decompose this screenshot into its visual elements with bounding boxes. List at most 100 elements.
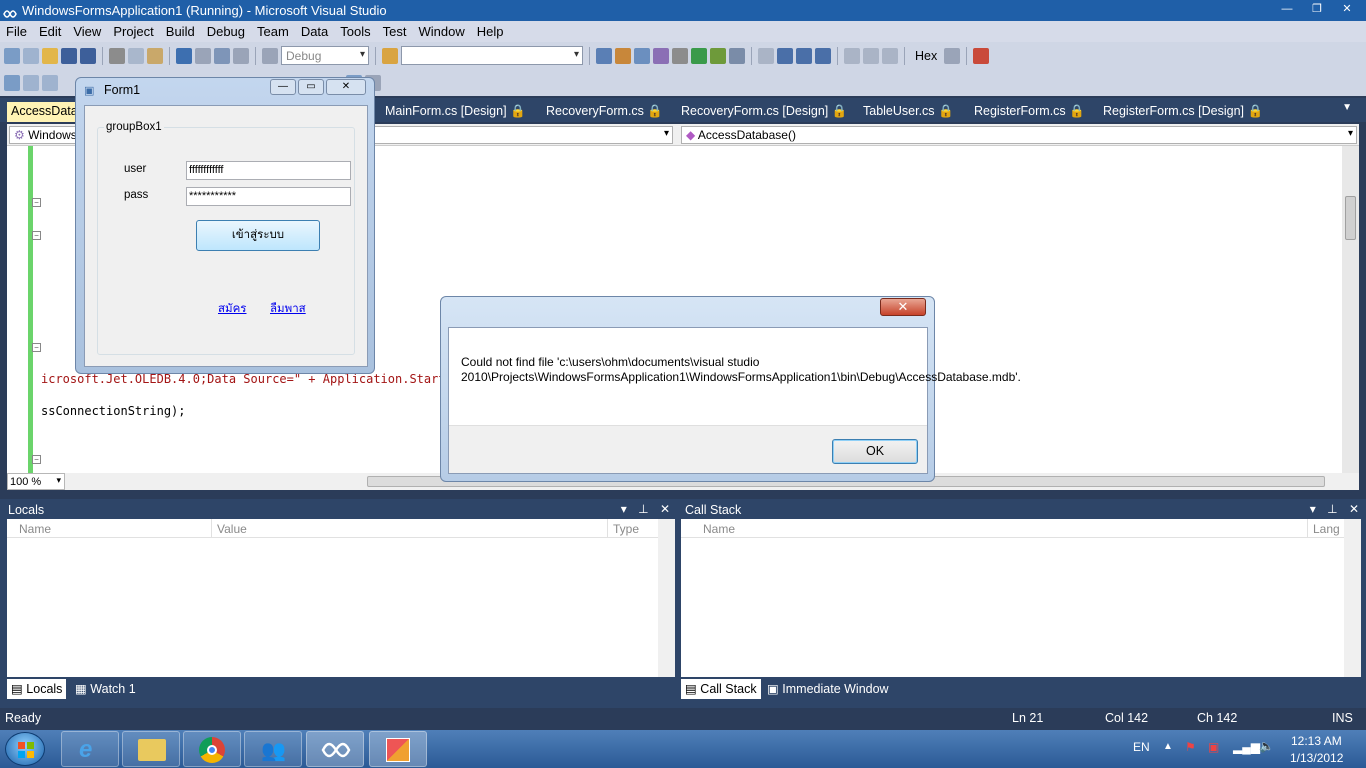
forgot-password-link[interactable]: ลืมพาส (270, 300, 306, 318)
clock-time[interactable]: 12:13 AM (1291, 734, 1342, 748)
open-file-icon[interactable] (42, 47, 58, 64)
user-input[interactable]: ffffffffffff (186, 161, 351, 180)
tab-mainform-design[interactable]: MainForm.cs [Design] 🔒 (385, 102, 526, 122)
paste-icon[interactable] (147, 47, 163, 64)
language-indicator[interactable]: EN (1133, 740, 1150, 754)
tab-tableuser[interactable]: TableUser.cs 🔒 (863, 102, 954, 122)
restore-button[interactable]: ❐ (1304, 1, 1330, 17)
menu-test[interactable]: Test (377, 24, 413, 39)
taskbar-internet-explorer[interactable]: e (61, 731, 119, 767)
column-name[interactable]: Name (703, 522, 735, 536)
tab-accessdatabase[interactable]: AccessDatab (7, 102, 85, 122)
panel-controls[interactable]: ▾ ⊥ ✕ (621, 502, 674, 516)
network-signal-icon[interactable]: ▂▄▆ (1233, 740, 1260, 754)
security-alert-icon[interactable]: ▣ (1208, 740, 1219, 754)
tab-watch1[interactable]: ▦ Watch 1 (71, 679, 140, 699)
taskbar-chrome[interactable] (183, 731, 241, 767)
tab-recoveryform[interactable]: RecoveryForm.cs 🔒 (546, 102, 663, 122)
taskbar-file-explorer[interactable] (122, 731, 180, 767)
menu-tools[interactable]: Tools (334, 24, 376, 39)
password-input[interactable]: *********** (186, 187, 351, 206)
panel-controls[interactable]: ▾ ⊥ ✕ (1310, 502, 1363, 516)
tab-registerform-design[interactable]: RegisterForm.cs [Design] 🔒 (1103, 102, 1263, 122)
column-language[interactable]: Lang (1307, 519, 1340, 537)
layout-icon[interactable] (4, 74, 20, 91)
new-project-icon[interactable] (4, 47, 20, 64)
breakpoints-icon[interactable] (944, 47, 961, 64)
start-debugging-icon[interactable] (262, 47, 278, 64)
step-over-icon[interactable] (863, 47, 879, 64)
call-stack-grid[interactable]: Name Lang (681, 519, 1361, 677)
copy-icon[interactable] (128, 47, 144, 64)
restart-icon[interactable] (815, 47, 831, 64)
minimize-button[interactable]: — (1274, 1, 1300, 17)
command-window-icon[interactable] (729, 47, 745, 64)
clock-date[interactable]: 1/13/2012 (1290, 751, 1343, 765)
navigate-forward-icon[interactable] (233, 47, 249, 64)
continue-icon[interactable] (758, 47, 774, 64)
menu-help[interactable]: Help (471, 24, 510, 39)
hex-toggle-button[interactable]: Hex (911, 49, 941, 63)
fold-toggle-icon[interactable]: − (32, 198, 41, 207)
menu-view[interactable]: View (67, 24, 107, 39)
redo-icon[interactable] (195, 47, 211, 64)
stop-debugging-icon[interactable] (796, 47, 812, 64)
register-link[interactable]: สมัคร (218, 300, 246, 318)
solution-configuration-dropdown[interactable]: Debug (281, 46, 369, 65)
volume-icon[interactable]: 🔈 (1259, 739, 1274, 753)
add-item-icon[interactable] (23, 47, 39, 64)
editor-vertical-scrollbar[interactable] (1342, 146, 1359, 473)
break-all-icon[interactable] (777, 47, 793, 64)
login-button[interactable]: เข้าสู่ระบบ (196, 220, 320, 251)
tab-registerform[interactable]: RegisterForm.cs 🔒 (974, 102, 1085, 122)
menu-team[interactable]: Team (251, 24, 295, 39)
fold-toggle-icon[interactable]: − (32, 343, 41, 352)
ok-button[interactable]: OK (832, 439, 918, 464)
dialog-close-button[interactable]: ✕ (880, 298, 926, 316)
taskbar-running-form[interactable] (369, 731, 427, 767)
windows-dropdown-icon[interactable] (973, 47, 990, 64)
locals-scrollbar[interactable] (658, 519, 675, 677)
cut-icon[interactable] (109, 47, 125, 64)
menu-build[interactable]: Build (160, 24, 201, 39)
locals-grid[interactable]: Name Value Type (7, 519, 675, 677)
zoom-dropdown[interactable]: 100 % ▾ (7, 473, 65, 490)
solution-explorer-icon[interactable] (596, 47, 612, 64)
scroll-thumb[interactable] (1345, 196, 1356, 240)
align-grid-icon[interactable] (42, 74, 58, 91)
fold-toggle-icon[interactable]: − (32, 455, 41, 464)
menu-file[interactable]: File (0, 24, 33, 39)
form1-maximize-button[interactable]: ▭ (298, 79, 324, 95)
object-browser-icon[interactable] (634, 47, 650, 64)
member-dropdown[interactable]: ◆ AccessDatabase() ▾ (681, 126, 1357, 144)
save-icon[interactable] (61, 47, 77, 64)
action-center-flag-icon[interactable]: ⚑ (1185, 740, 1196, 754)
column-value[interactable]: Value (211, 519, 247, 537)
menu-edit[interactable]: Edit (33, 24, 67, 39)
save-all-icon[interactable] (80, 47, 96, 64)
tab-immediate-window[interactable]: ▣ Immediate Window (763, 679, 893, 699)
step-out-icon[interactable] (882, 47, 898, 64)
column-type[interactable]: Type (607, 519, 639, 537)
toolbox-icon[interactable] (653, 47, 669, 64)
call-stack-scrollbar[interactable] (1344, 519, 1361, 677)
navigate-backward-icon[interactable] (214, 47, 230, 64)
start-button[interactable] (5, 732, 45, 766)
menu-window[interactable]: Window (412, 24, 470, 39)
column-name[interactable]: Name (19, 522, 51, 536)
find-combo[interactable] (401, 46, 583, 65)
tab-call-stack[interactable]: ▤ Call Stack (681, 679, 761, 699)
server-explorer-icon[interactable] (710, 47, 726, 64)
properties-icon[interactable] (615, 47, 631, 64)
align-icon[interactable] (23, 74, 39, 91)
taskbar-visual-studio[interactable] (306, 731, 364, 767)
menu-data[interactable]: Data (295, 24, 334, 39)
undo-icon[interactable] (176, 47, 192, 64)
menu-project[interactable]: Project (107, 24, 159, 39)
form1-minimize-button[interactable]: — (270, 79, 296, 95)
extension-manager-icon[interactable] (691, 47, 707, 64)
tab-recoveryform-design[interactable]: RecoveryForm.cs [Design] 🔒 (681, 102, 847, 122)
find-in-files-icon[interactable] (382, 47, 398, 64)
fold-toggle-icon[interactable]: − (32, 231, 41, 240)
show-hidden-icons-icon[interactable]: ▲ (1163, 741, 1173, 752)
